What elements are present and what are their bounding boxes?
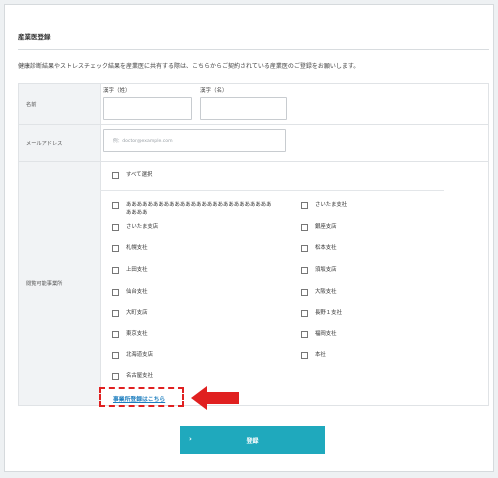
select-all-checkbox[interactable]: [112, 172, 119, 179]
offices-label: 閲覧可能事業所: [26, 281, 63, 287]
first-name-input[interactable]: [200, 97, 287, 120]
email-label: メールアドレス: [26, 140, 63, 147]
offices-row-label: 閲覧可能事業所: [19, 162, 101, 405]
office-label: さいたま支社: [315, 202, 348, 208]
office-label: 大町支店: [126, 310, 148, 316]
office-label: 大阪支社: [315, 289, 337, 295]
office-register-link[interactable]: 事業所登録はこちら: [113, 394, 165, 403]
office-label: 福岡支社: [315, 331, 337, 337]
office-checkbox[interactable]: [301, 202, 308, 209]
office-checkbox[interactable]: [112, 310, 119, 317]
office-label: 東京支社: [126, 331, 148, 337]
page-title: 産業医登録: [18, 33, 51, 41]
office-checkbox[interactable]: [301, 289, 308, 296]
office-checkbox[interactable]: [112, 245, 119, 252]
office-label: 北海道支店: [126, 352, 153, 358]
office-checkbox[interactable]: [112, 202, 119, 209]
office-label: 札幌支社: [126, 245, 148, 251]
office-checkbox[interactable]: [112, 289, 119, 296]
office-checkbox[interactable]: [112, 224, 119, 231]
office-label: さいたま支店: [126, 224, 159, 230]
office-checkbox[interactable]: [112, 352, 119, 359]
office-checkbox[interactable]: [301, 352, 308, 359]
office-label: 須坂支店: [315, 267, 337, 273]
first-name-label: 漢字（名）: [200, 88, 228, 94]
form-description: 健康診断結果やストレスチェック結果を産業医に共有する際は、こちらからご契約されて…: [18, 63, 360, 70]
registration-card: 産業医登録 健康診断結果やストレスチェック結果を産業医に共有する際は、こちらから…: [4, 4, 494, 472]
office-label: 上田支社: [126, 267, 148, 273]
arrow-left-icon: [191, 386, 239, 410]
office-label: 本社: [315, 352, 326, 358]
submit-label: 登録: [246, 437, 259, 445]
last-name-input[interactable]: [103, 97, 192, 120]
office-label: 松本支社: [315, 245, 337, 251]
select-all-divider: [100, 190, 444, 191]
office-checkbox[interactable]: [112, 267, 119, 274]
email-placeholder: 例：doctor@example.com: [113, 139, 173, 144]
name-label: 名前: [26, 101, 37, 108]
office-checkbox[interactable]: [112, 331, 119, 338]
office-label: 銀座支店: [315, 224, 337, 230]
office-label: 仙台支社: [126, 289, 148, 295]
email-row-label: メールアドレス: [19, 125, 101, 161]
office-checkbox[interactable]: [301, 224, 308, 231]
email-input[interactable]: 例：doctor@example.com: [103, 129, 286, 152]
office-label: あああああああああああああああああああああああああああああああ: [126, 202, 272, 216]
form-table: 名前 漢字（姓） 漢字（名） メールアドレス 例：doctor@example.…: [18, 83, 489, 406]
select-all-label: すべて選択: [126, 172, 153, 178]
office-checkbox[interactable]: [112, 373, 119, 380]
last-name-label: 漢字（姓）: [103, 88, 131, 94]
office-label: 長野１支社: [315, 310, 342, 316]
name-row-label: 名前: [19, 84, 101, 124]
office-checkbox[interactable]: [301, 245, 308, 252]
office-checkbox[interactable]: [301, 267, 308, 274]
office-checkbox[interactable]: [301, 331, 308, 338]
chevron-right-icon: ›: [189, 435, 192, 443]
submit-button[interactable]: › 登録: [180, 426, 325, 454]
office-checkbox[interactable]: [301, 310, 308, 317]
office-label: 名古屋支社: [126, 373, 153, 379]
title-divider: [18, 49, 489, 50]
